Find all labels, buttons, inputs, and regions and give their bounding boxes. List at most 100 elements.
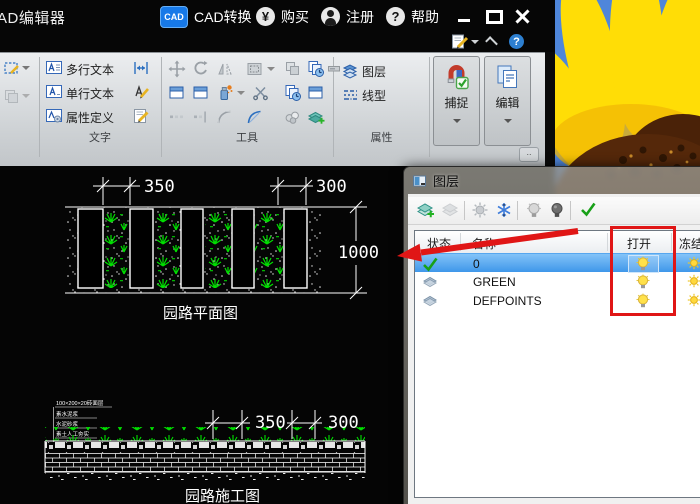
new-drawing-dropdown-icon[interactable] (471, 40, 479, 44)
plan-title: 园路平面图 (163, 305, 238, 322)
freeze-snowflake-icon[interactable] (495, 201, 513, 219)
singleline-text-button[interactable]: 单行文本 (46, 82, 114, 104)
group-icon[interactable] (284, 108, 302, 126)
layer-name: DEFPOINTS (473, 294, 542, 308)
column-status[interactable]: 状态 (427, 235, 451, 252)
thaw-sun-icon[interactable] (471, 201, 489, 219)
edit-button[interactable]: 编辑 (484, 56, 531, 146)
attribute-define-button[interactable]: 属性定义 (46, 106, 114, 128)
chamfer-icon[interactable] (246, 108, 264, 126)
menu-register[interactable]: 注册 (321, 0, 374, 33)
minimize-button[interactable] (453, 8, 475, 25)
layout-icon[interactable] (168, 84, 186, 102)
ribbon: 多行文本 单行文本 属性定义 文字 (0, 52, 545, 166)
help-icon[interactable]: ? (509, 34, 524, 49)
close-button[interactable] (511, 8, 533, 25)
edit-boundary-button[interactable] (3, 60, 30, 76)
column-name[interactable]: 名称 (472, 235, 496, 252)
layer-row-defpoints[interactable]: DEFPOINTS (415, 291, 700, 310)
menu-purchase-label: 购买 (281, 7, 309, 27)
viewport-icon[interactable] (192, 84, 210, 102)
layer-dialog-titlebar[interactable]: 图层 (404, 167, 700, 194)
spell-check-icon[interactable] (133, 84, 149, 100)
linetype-button-label: 线型 (362, 87, 386, 104)
edit-text-icon[interactable] (133, 108, 149, 124)
section-note-3: 水泥砂浆 (56, 420, 79, 428)
layer-on-bulb-icon[interactable] (635, 293, 651, 308)
new-layer-icon[interactable] (416, 201, 434, 219)
menu-cad-convert-label: CAD转换 (194, 7, 252, 27)
clip-frame-button[interactable] (246, 60, 275, 78)
ribbon-more-button[interactable]: .. (519, 147, 539, 162)
apply-check-icon[interactable] (580, 201, 598, 219)
menu-help[interactable]: ? 帮助 (386, 0, 439, 33)
edit-button-label: 编辑 (495, 94, 519, 111)
dropdown-icon (237, 91, 245, 95)
snap-button[interactable]: 捕捉 (433, 56, 480, 146)
dropdown-icon (453, 119, 461, 123)
screen: AD编辑器 CAD CAD转换 ¥ 购买 注册 ? 帮助 ? (0, 0, 700, 504)
layer-thaw-sun-icon[interactable] (687, 293, 700, 307)
maximize-button[interactable] (483, 8, 505, 25)
trim-icon[interactable] (252, 84, 270, 102)
clipboard-edit-icon (495, 64, 521, 90)
dashed-box-pencil-icon (3, 60, 19, 76)
section-dim-300: 300 (328, 413, 359, 433)
dropdown-icon (267, 67, 275, 71)
gray-copy-icon (3, 88, 19, 104)
layer-list: 状态 名称 打开 冻结 0 GREEN (414, 230, 700, 498)
paste-icon[interactable] (307, 84, 325, 102)
break-icon[interactable] (168, 108, 186, 126)
linetype-button[interactable]: 线型 (342, 84, 386, 106)
layer-on-bulb-icon[interactable] (525, 201, 543, 219)
layer-thaw-sun-icon[interactable] (687, 256, 700, 270)
question-circle-icon: ? (386, 7, 405, 26)
section-dim-350: 350 (255, 413, 286, 433)
match-properties-button[interactable] (216, 84, 245, 102)
array-icon[interactable] (284, 60, 302, 78)
plan-dim-300: 300 (316, 177, 347, 197)
collapse-ribbon-icon[interactable] (485, 36, 498, 49)
titlebar: AD编辑器 CAD CAD转换 ¥ 购买 注册 ? 帮助 (0, 0, 555, 33)
move-icon[interactable] (168, 60, 186, 78)
rotate-icon[interactable] (192, 60, 210, 78)
column-on[interactable]: 打开 (627, 235, 651, 252)
singleline-text-icon (46, 85, 62, 101)
multiline-text-button[interactable]: 多行文本 (46, 58, 114, 80)
section-note-1: 100×200×20砖面层 (56, 399, 104, 407)
add-to-group-icon[interactable] (307, 108, 325, 126)
dropdown-icon (22, 66, 30, 70)
dropdown-icon (22, 94, 30, 98)
mirror-icon[interactable] (216, 60, 234, 78)
layer-row-green[interactable]: GREEN (415, 272, 700, 291)
menu-cad-convert[interactable]: CAD CAD转换 (160, 0, 252, 33)
layer-on-bulb-icon[interactable] (635, 256, 651, 271)
layers-button[interactable]: 图层 (342, 60, 386, 82)
layer-list-header: 状态 名称 打开 冻结 (415, 231, 700, 254)
menu-purchase[interactable]: ¥ 购买 (256, 0, 309, 33)
layers-icon (342, 63, 358, 79)
join-icon[interactable] (192, 108, 210, 126)
delete-layer-icon[interactable] (441, 201, 459, 219)
menu-register-label: 注册 (346, 7, 374, 27)
copy-icon[interactable] (284, 84, 302, 102)
layer-on-bulb-icon[interactable] (635, 274, 651, 289)
linetype-icon (342, 87, 358, 103)
fillet-icon[interactable] (216, 108, 234, 126)
yen-circle-icon: ¥ (256, 7, 275, 26)
layer-off-bulb-icon[interactable] (548, 201, 566, 219)
column-freeze[interactable]: 冻结 (679, 235, 700, 252)
layer-thaw-sun-icon[interactable] (687, 274, 700, 288)
new-drawing-icon[interactable] (451, 34, 469, 50)
layer-dialog-title: 图层 (433, 171, 459, 190)
text-scale-icon[interactable] (133, 60, 149, 76)
layer-name: 0 (473, 257, 480, 271)
properties-group-label: 属性 (334, 129, 429, 145)
layer-status-icon (421, 294, 439, 308)
copy-style-button[interactable] (3, 88, 30, 104)
copy-history-icon[interactable] (307, 60, 325, 78)
cad-badge-icon: CAD (160, 6, 188, 28)
layer-row-0[interactable]: 0 (415, 253, 700, 272)
ribbon-separator (429, 57, 430, 157)
singleline-text-label: 单行文本 (66, 85, 114, 102)
